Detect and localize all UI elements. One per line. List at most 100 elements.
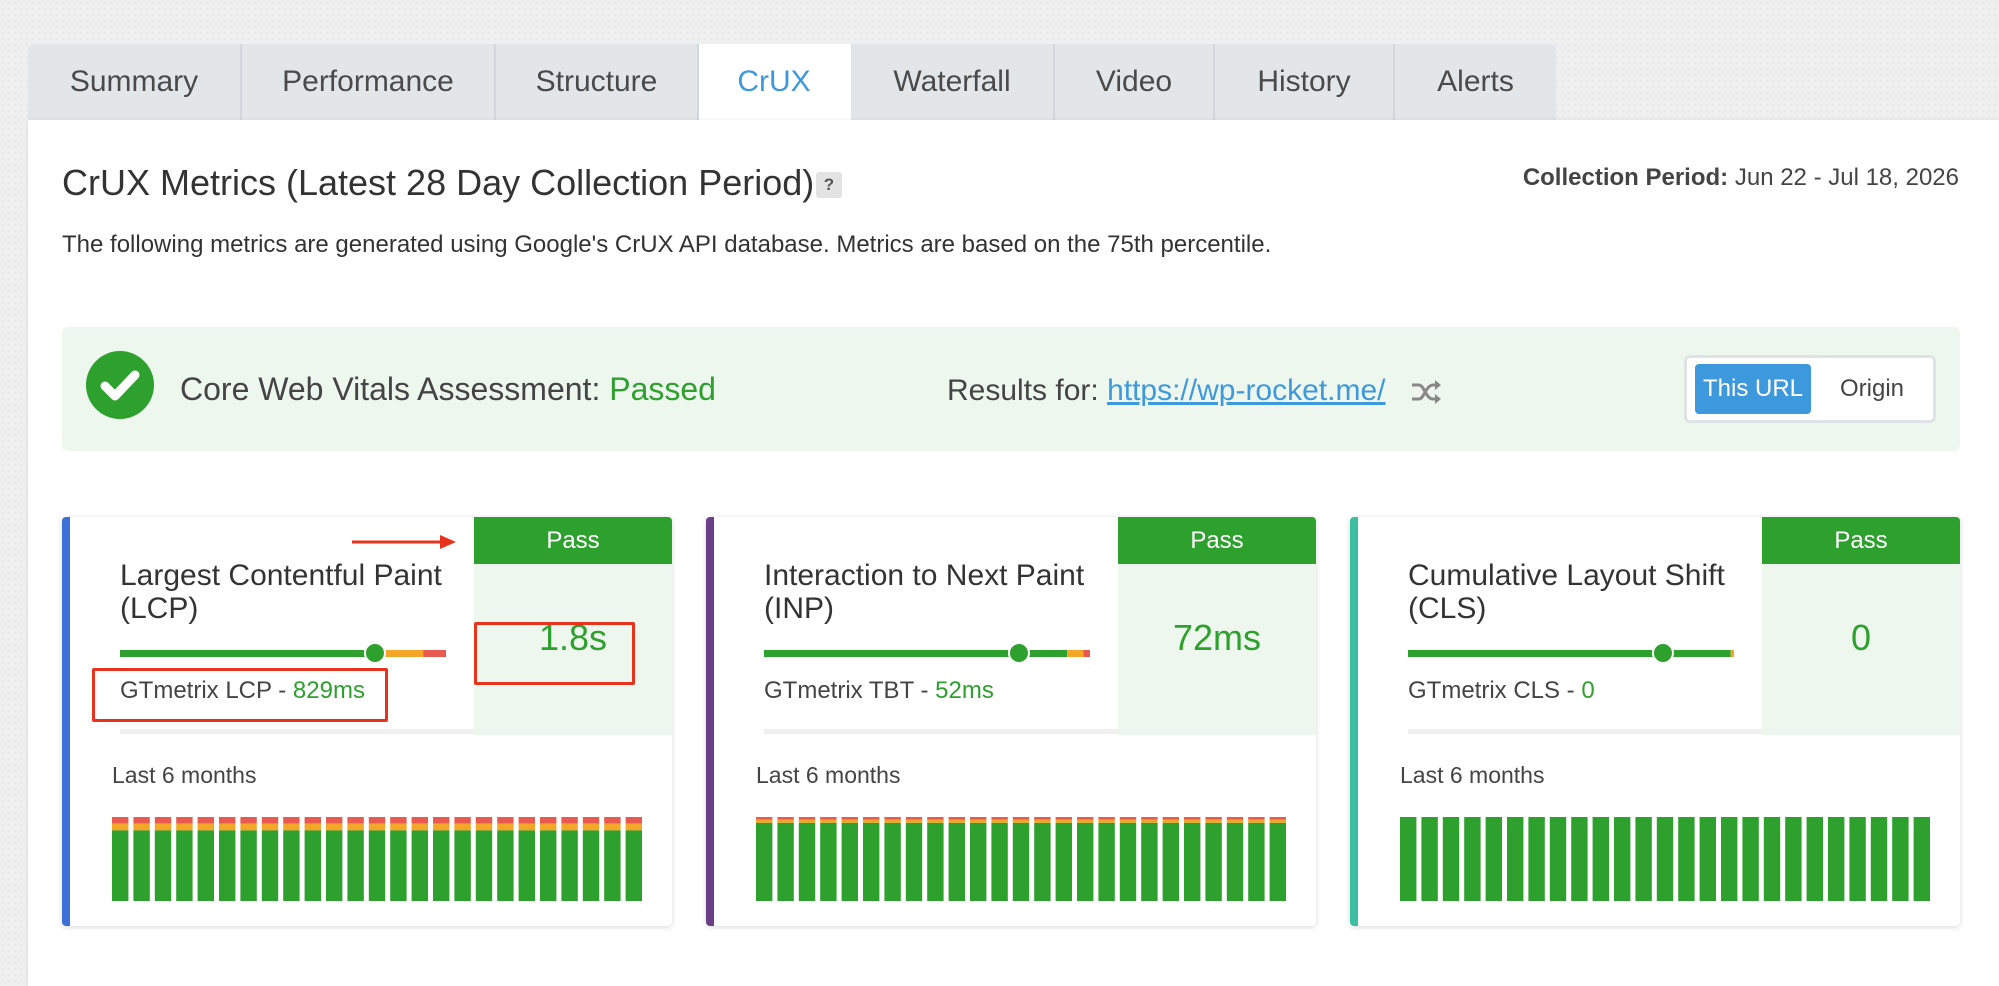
card-details: Interaction to Next Paint (INP) GTmetrix… bbox=[714, 517, 1126, 735]
history-bar-needs_improvement bbox=[561, 823, 578, 831]
history-bar-needs_improvement bbox=[1248, 819, 1265, 823]
separator bbox=[1408, 729, 1770, 734]
core-web-vitals-assessment: Core Web Vitals Assessment: Passed Resul… bbox=[62, 327, 1960, 451]
scope-toggle: This URL Origin bbox=[1684, 355, 1936, 423]
history-bar-needs_improvement bbox=[304, 823, 321, 831]
history-bar-good bbox=[261, 830, 279, 901]
shuffle-icon[interactable] bbox=[1410, 378, 1444, 406]
history-bar-good bbox=[820, 822, 837, 901]
history-bar-good bbox=[347, 830, 364, 901]
history-bar-poor bbox=[604, 817, 621, 824]
history-bar-good bbox=[1806, 817, 1823, 901]
history-bar-poor bbox=[820, 817, 837, 820]
history-bar-poor bbox=[347, 817, 364, 824]
history-bar-poor bbox=[368, 817, 386, 824]
tab-waterfall[interactable]: Waterfall bbox=[851, 44, 1055, 120]
history-bar-poor bbox=[240, 817, 257, 824]
tab-summary[interactable]: Summary bbox=[28, 44, 242, 120]
check-circle-icon bbox=[86, 351, 154, 419]
history-bar-poor bbox=[561, 817, 578, 824]
history-bar-needs_improvement bbox=[777, 819, 794, 823]
page-description: The following metrics are generated usin… bbox=[62, 231, 1272, 258]
history-bar-needs_improvement bbox=[884, 819, 901, 823]
history-bar-good bbox=[1442, 817, 1460, 901]
history-bar-needs_improvement bbox=[154, 823, 172, 831]
history-bar-good bbox=[970, 822, 987, 901]
card-accent-bar bbox=[1350, 517, 1358, 926]
help-icon[interactable]: ? bbox=[816, 172, 842, 198]
history-bar-good bbox=[390, 830, 407, 901]
history-bar-poor bbox=[454, 817, 471, 824]
history-bar-good bbox=[176, 830, 193, 901]
gtmetrix-metric: GTmetrix CLS - 0 bbox=[1408, 677, 1595, 705]
history-bar-needs_improvement bbox=[820, 819, 837, 823]
history-bar-good bbox=[1742, 817, 1759, 901]
history-bar-good bbox=[1184, 822, 1201, 901]
history-bar-needs_improvement bbox=[1034, 819, 1051, 823]
history-bar-good bbox=[1635, 817, 1652, 901]
history-bar-needs_improvement bbox=[112, 823, 129, 831]
history-bar-poor bbox=[304, 817, 321, 824]
history-bar-needs_improvement bbox=[841, 819, 858, 823]
metric-value: 0 bbox=[1850, 617, 1872, 658]
history-bar-needs_improvement bbox=[454, 823, 471, 831]
history-bar-good bbox=[304, 830, 321, 901]
history-chart bbox=[112, 817, 642, 901]
history-bar-needs_improvement bbox=[756, 819, 773, 823]
history-bar-good bbox=[518, 830, 535, 901]
history-bar-needs_improvement bbox=[433, 823, 450, 831]
history-bar-needs_improvement bbox=[927, 819, 944, 823]
history-bar-good bbox=[1549, 817, 1567, 901]
history-bar-good bbox=[133, 830, 150, 901]
results-for: Results for: https://wp-rocket.me/ bbox=[947, 374, 1386, 408]
history-bar-poor bbox=[411, 817, 428, 824]
distribution-segment-poor bbox=[423, 650, 446, 657]
history-bar-needs_improvement bbox=[1269, 819, 1286, 823]
history-bar-good bbox=[1098, 822, 1115, 901]
history-bar-good bbox=[433, 830, 450, 901]
history-bar-needs_improvement bbox=[518, 823, 535, 831]
history-bar-good bbox=[1464, 817, 1481, 901]
gtmetrix-metric: GTmetrix TBT - 52ms bbox=[764, 677, 994, 705]
history-bar-good bbox=[1162, 822, 1179, 901]
history-bar-good bbox=[948, 822, 965, 901]
history-bar-good bbox=[1614, 817, 1631, 901]
history-bar-poor bbox=[518, 817, 535, 824]
history-bar-good bbox=[561, 830, 578, 901]
tab-alerts[interactable]: Alerts bbox=[1395, 44, 1556, 120]
history-bar-needs_improvement bbox=[475, 823, 493, 831]
history-bar-good bbox=[368, 830, 386, 901]
history-bar-poor bbox=[475, 817, 493, 824]
history-bar-poor bbox=[1012, 817, 1030, 820]
history-bar-poor bbox=[756, 817, 773, 820]
tab-structure[interactable]: Structure bbox=[496, 44, 699, 120]
history-bar-poor bbox=[540, 817, 557, 824]
origin-button[interactable]: Origin bbox=[1815, 364, 1929, 414]
card-accent-bar bbox=[706, 517, 714, 926]
history-bar-poor bbox=[1055, 817, 1072, 820]
history-bar-poor bbox=[1098, 817, 1115, 820]
history-bar-needs_improvement bbox=[1098, 819, 1115, 823]
history-bar-needs_improvement bbox=[176, 823, 193, 831]
results-url-link[interactable]: https://wp-rocket.me/ bbox=[1107, 374, 1385, 407]
history-bar-poor bbox=[1205, 817, 1222, 820]
history-bar-needs_improvement bbox=[261, 823, 279, 831]
tab-performance[interactable]: Performance bbox=[242, 44, 496, 120]
history-bar-good bbox=[1012, 822, 1030, 901]
history-bar-poor bbox=[197, 817, 214, 824]
history-bar-good bbox=[1592, 817, 1609, 901]
tab-history[interactable]: History bbox=[1215, 44, 1395, 120]
history-label: Last 6 months bbox=[1400, 762, 1545, 788]
this-url-button[interactable]: This URL bbox=[1695, 364, 1811, 414]
history-bar-poor bbox=[1248, 817, 1265, 820]
history-bar-needs_improvement bbox=[1162, 819, 1179, 823]
tab-video[interactable]: Video bbox=[1055, 44, 1215, 120]
history-bar-poor bbox=[1034, 817, 1051, 820]
history-bar-good bbox=[798, 822, 816, 901]
history-bar-needs_improvement bbox=[1226, 819, 1244, 823]
gtmetrix-label: GTmetrix TBT - bbox=[764, 677, 929, 704]
history-label: Last 6 months bbox=[756, 762, 901, 788]
history-bar-good bbox=[283, 830, 300, 901]
history-bar-good bbox=[1421, 817, 1438, 901]
tab-crux[interactable]: CrUX bbox=[699, 44, 851, 120]
